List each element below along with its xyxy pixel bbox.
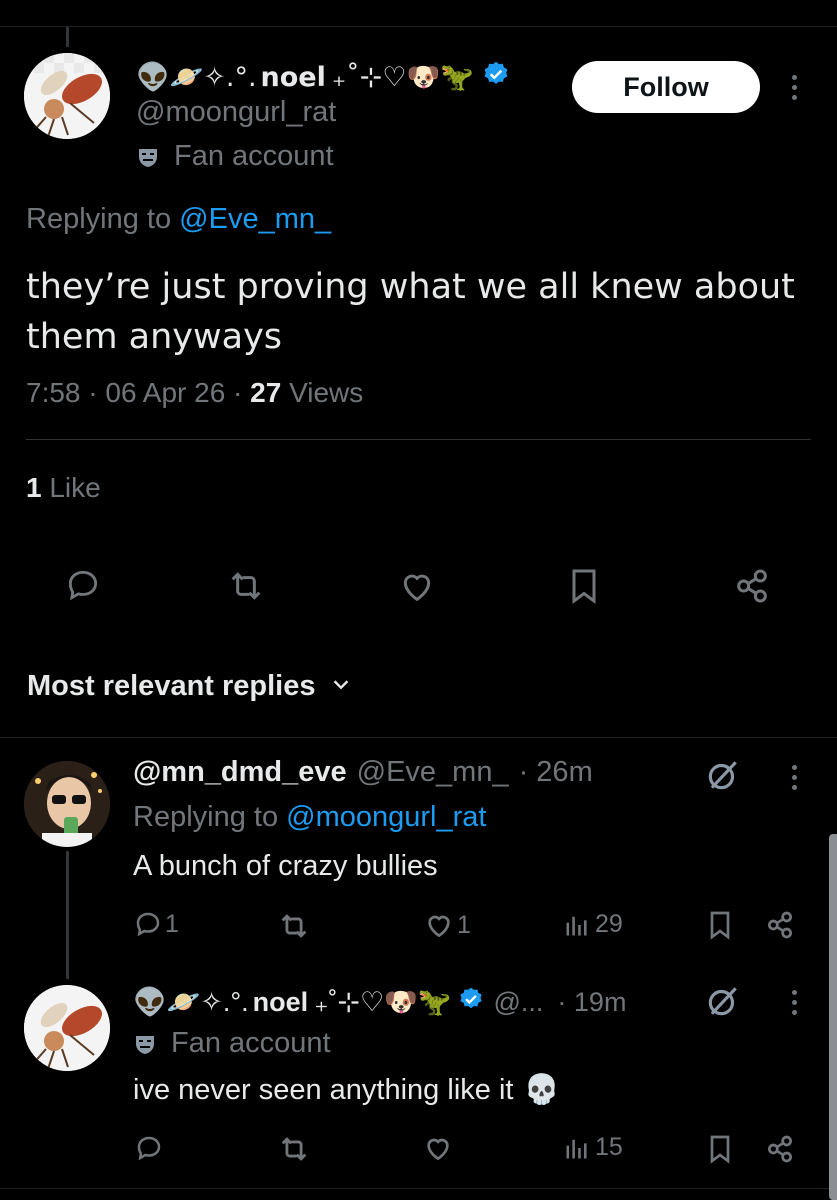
reply-time[interactable]: · 19m xyxy=(557,987,626,1018)
divider xyxy=(0,1188,837,1189)
reply-replying-to: Replying to @moongurl_rat xyxy=(133,801,486,834)
reply-affiliation-row[interactable]: Fan account xyxy=(133,1027,331,1060)
views-label: Views xyxy=(289,377,364,408)
tweet-text: they’re just proving what we all knew ab… xyxy=(26,267,795,357)
bookmark-icon[interactable] xyxy=(704,909,736,945)
reply-display-name[interactable]: noel xyxy=(253,987,309,1018)
likes-label: Like xyxy=(49,472,101,503)
reply-text: A bunch of crazy bullies xyxy=(133,850,438,882)
replies-sort-label: Most relevant replies xyxy=(27,670,316,702)
reply-avatar[interactable] xyxy=(24,985,110,1071)
replying-to-line: Replying to @Eve_mn_ xyxy=(26,203,331,236)
reply-reply-button[interactable]: 1 xyxy=(133,909,179,939)
replying-to-link[interactable]: @Eve_mn_ xyxy=(179,203,331,235)
views-count: 27 xyxy=(250,377,282,408)
affiliation-row[interactable]: Fan account xyxy=(136,140,334,173)
reply-more-options-icon[interactable] xyxy=(792,990,800,1020)
reply-icon xyxy=(136,912,160,937)
reply-more-options-icon[interactable] xyxy=(792,765,800,795)
grok-icon[interactable] xyxy=(704,756,742,798)
scrollbar[interactable] xyxy=(829,834,837,1200)
theater-mask-icon xyxy=(136,145,160,169)
author-handle[interactable]: @moongurl_rat xyxy=(136,96,336,129)
view-count: 29 xyxy=(595,910,623,938)
reply-count: 1 xyxy=(165,909,179,938)
reply-handle[interactable]: @... xyxy=(494,987,544,1018)
views-button[interactable]: 29 xyxy=(563,910,623,939)
reply-handle[interactable]: @Eve_mn_ xyxy=(357,756,509,789)
reply-text-row: ive never seen anything like it 💀 xyxy=(133,1073,560,1107)
likes-count: 1 xyxy=(26,472,42,503)
name-suffix-emoji: ₊˚⊹♡🐶🦖 xyxy=(314,987,452,1017)
verified-badge-icon xyxy=(482,60,510,95)
retweet-icon[interactable] xyxy=(226,566,266,610)
share-icon[interactable] xyxy=(764,1133,796,1169)
verified-badge-icon xyxy=(458,986,484,1019)
name-prefix-emoji: 👽🪐✧.°. xyxy=(133,987,249,1017)
author-name-row[interactable]: 👽🪐✧.°. noel ₊˚⊹♡🐶🦖 xyxy=(136,58,510,96)
follow-button[interactable]: Follow xyxy=(572,61,760,113)
reply-icon[interactable] xyxy=(64,566,102,608)
skull-emoji: 💀 xyxy=(523,1074,560,1106)
retweet-icon[interactable] xyxy=(277,1132,311,1170)
like-icon[interactable] xyxy=(397,566,437,610)
tweet-time[interactable]: 7:58 xyxy=(26,377,81,408)
tweet-meta: 7:58 · 06 Apr 26 · 27 Views xyxy=(26,377,364,408)
like-count: 1 xyxy=(457,910,471,939)
views-button[interactable]: 15 xyxy=(563,1133,623,1162)
reply-avatar[interactable] xyxy=(24,761,110,847)
bookmark-icon[interactable] xyxy=(564,566,604,610)
grok-icon[interactable] xyxy=(704,982,742,1024)
retweet-icon[interactable] xyxy=(277,909,311,947)
like-icon xyxy=(428,915,450,938)
replying-prefix: Replying to xyxy=(26,203,172,235)
divider xyxy=(26,439,811,440)
thread-line-top xyxy=(66,27,69,47)
more-options-icon[interactable] xyxy=(792,75,800,105)
affiliation-label: Fan account xyxy=(174,140,334,172)
name-prefix-emoji: 👽🪐✧.°. xyxy=(136,62,257,93)
author-display-name: noel xyxy=(260,61,326,93)
bookmark-icon[interactable] xyxy=(704,1133,736,1169)
reply-replying-to-link[interactable]: @moongurl_rat xyxy=(286,801,486,833)
likes-stat[interactable]: 1 Like xyxy=(26,472,101,504)
replies-sort-dropdown[interactable]: Most relevant replies xyxy=(27,670,352,703)
reply-header: 👽🪐✧.°. noel ₊˚⊹♡🐶🦖 @... · 19m xyxy=(133,982,626,1022)
reply-time[interactable]: · 26m xyxy=(519,756,593,789)
reply-display-name[interactable]: @mn_dmd_eve xyxy=(133,756,347,789)
analytics-icon xyxy=(566,1139,587,1158)
like-icon[interactable] xyxy=(422,1132,454,1168)
share-icon[interactable] xyxy=(764,909,796,945)
reply-replying-prefix: Replying to xyxy=(133,801,279,833)
thread-line xyxy=(66,851,69,979)
share-icon[interactable] xyxy=(732,566,772,610)
tweet-date[interactable]: 06 Apr 26 xyxy=(105,377,225,408)
view-count: 15 xyxy=(595,1133,623,1161)
reply-text: ive never seen anything like it xyxy=(133,1073,514,1106)
theater-mask-icon xyxy=(133,1032,157,1056)
reply-affiliation-label: Fan account xyxy=(171,1027,331,1059)
top-divider xyxy=(0,26,837,27)
author-avatar[interactable] xyxy=(24,53,110,139)
reply-icon[interactable] xyxy=(134,1133,164,1167)
reply-header: @mn_dmd_eve @Eve_mn_ · 26m xyxy=(133,756,593,789)
analytics-icon xyxy=(566,916,587,935)
divider xyxy=(0,737,837,738)
like-button[interactable]: 1 xyxy=(423,909,471,941)
chevron-down-icon xyxy=(330,670,352,703)
name-suffix-emoji: ₊˚⊹♡🐶🦖 xyxy=(331,62,474,93)
